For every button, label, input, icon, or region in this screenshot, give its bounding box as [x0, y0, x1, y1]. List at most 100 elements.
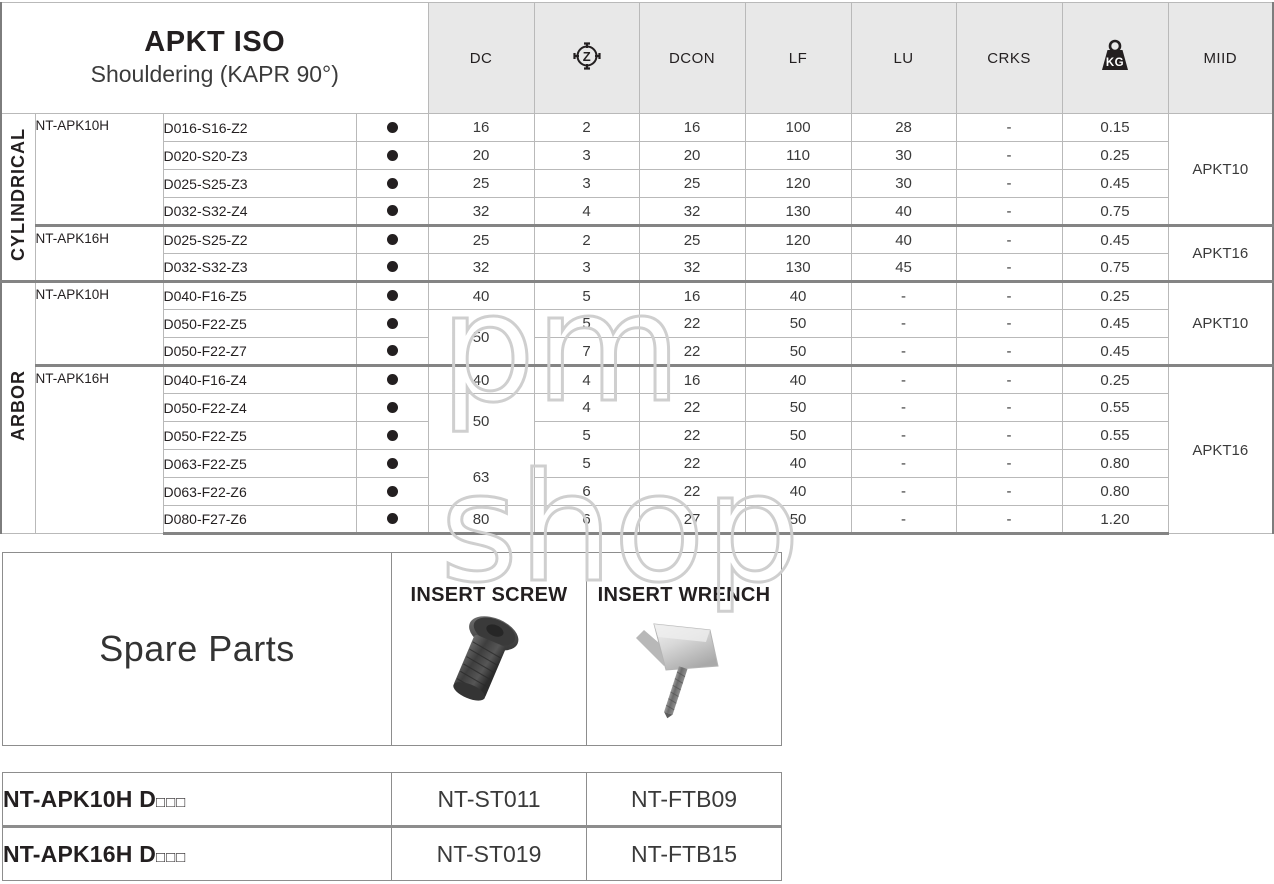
value-lf: 50: [744, 505, 852, 535]
value-dc: 50: [427, 309, 535, 366]
value-lf: 40: [744, 477, 852, 506]
availability-dot-cell: [355, 337, 429, 366]
table-row: D063-F22-Z5 63 5 22 40- -0.80: [1, 449, 1273, 506]
size-placeholder-boxes: □□□: [156, 848, 187, 866]
order-code-cell: D025-S25-Z3: [162, 169, 357, 198]
value-crks: -: [955, 337, 1063, 366]
value-dc: 25: [427, 224, 535, 254]
value-z: 3: [533, 253, 640, 282]
availability-dot-cell: [355, 505, 429, 535]
availability-dot-icon: [386, 345, 398, 357]
availability-dot-cell: [355, 393, 429, 422]
value-dc: 16: [427, 113, 535, 142]
table-title-cell: APKT ISO Shouldering (KAPR 90°): [0, 2, 429, 114]
value-dc: 50: [427, 393, 535, 450]
column-header-crks: CRKS: [955, 2, 1063, 114]
value-crks: -: [955, 253, 1063, 282]
table-row: D025-S25-Z3 25 3 25 120 30-0.45: [1, 169, 1273, 198]
size-placeholder-boxes: □□□: [156, 793, 187, 811]
value-crks: -: [955, 197, 1063, 226]
value-lf: 110: [744, 141, 852, 170]
table-row: D050-F22-Z5 50 5 22 50- -0.45: [1, 309, 1273, 366]
availability-dot-icon: [386, 485, 398, 497]
value-lu: 40: [850, 197, 957, 226]
table-row: NT-APK16H D040-F16-Z4 40 4 16 40- -0.25 APKT16: [1, 364, 1274, 534]
value-lu: -: [850, 309, 957, 338]
family-name-cell: NT-APK10H: [34, 280, 164, 366]
value-kg: 1.20: [1061, 505, 1169, 535]
value-dc: 32: [427, 253, 535, 282]
value-lf: 120: [744, 169, 852, 198]
family-name-cell: NT-APK16H: [34, 224, 164, 282]
order-code-cell: D063-F22-Z5: [162, 449, 357, 478]
value-crks: -: [955, 169, 1063, 198]
order-code-cell: D040-F16-Z5: [162, 280, 357, 310]
value-lu: 28: [850, 113, 957, 142]
value-lu: 30: [850, 169, 957, 198]
value-crks: -: [955, 280, 1063, 310]
availability-dot-icon: [386, 429, 398, 441]
value-crks: -: [955, 309, 1063, 338]
value-dc: 20: [427, 141, 535, 170]
value-dcon: 25: [638, 169, 746, 198]
value-kg: 0.25: [1061, 280, 1169, 310]
svg-text:Z: Z: [582, 49, 590, 64]
reference-screw-code: NT-ST019: [391, 825, 587, 881]
reference-holder-name: NT-APK16H D□□□: [2, 825, 392, 881]
value-lf: 40: [744, 280, 852, 310]
availability-dot-cell: [355, 224, 429, 254]
group-label-cylindrical: CYLINDRICAL: [0, 113, 36, 282]
value-z: 6: [533, 477, 640, 506]
value-lu: -: [850, 449, 957, 478]
reference-row: NT-APK10H D□□□ NT-ST011 NT-FTB09: [2, 772, 782, 827]
availability-dot-cell: [355, 477, 429, 506]
specification-table: APKT ISO Shouldering (KAPR 90°) DC Z DCO…: [0, 2, 1274, 535]
value-lf: 40: [744, 449, 852, 478]
availability-dot-icon: [386, 513, 398, 525]
value-z: 6: [533, 505, 640, 535]
availability-dot-cell: [355, 141, 429, 170]
reference-wrench-code: NT-FTB09: [586, 772, 782, 827]
insert-screw-cell: INSERT SCREW: [391, 552, 587, 746]
availability-dot-icon: [386, 317, 398, 329]
value-lf: 40: [744, 364, 852, 394]
value-z: 5: [533, 280, 640, 310]
spare-parts-table: Spare Parts INSERT SCREW INSERT WRENCH: [2, 552, 782, 746]
table-row: D050-F22-Z4 50 4 22 50- -0.55: [1, 393, 1273, 450]
z-target-icon: Z: [571, 40, 603, 76]
group-label-arbor: ARBOR: [0, 280, 36, 534]
value-dc: 40: [427, 280, 535, 310]
order-code-cell: D016-S16-Z2: [162, 113, 357, 142]
table-row: CYLINDRICAL NT-APK10H D016-S16-Z2 16 2 16 100 2…: [0, 113, 1274, 282]
availability-dot-cell: [355, 113, 429, 142]
value-kg: 0.45: [1061, 309, 1169, 338]
column-header-miid: MIID: [1167, 2, 1274, 114]
value-z: 3: [533, 141, 640, 170]
table-row: D020-S20-Z3 20 3 20 110 30-0.25: [1, 141, 1273, 170]
family-name: NT-APK10H: [35, 287, 110, 302]
value-z: 3: [533, 169, 640, 198]
family-name: NT-APK10H: [35, 118, 110, 133]
value-miid: APKT16: [1167, 224, 1274, 282]
availability-dot-cell: [355, 280, 429, 310]
value-lf: 100: [744, 113, 852, 142]
spare-parts-title: Spare Parts: [99, 628, 295, 669]
value-kg: 0.45: [1061, 224, 1169, 254]
order-code-cell: D032-S32-Z3: [162, 253, 357, 282]
value-lu: -: [850, 280, 957, 310]
value-kg: 0.80: [1061, 477, 1169, 506]
value-kg: 0.55: [1061, 421, 1169, 450]
order-code-cell: D032-S32-Z4: [162, 197, 357, 226]
table-header-row: APKT ISO Shouldering (KAPR 90°) DC Z DCO…: [0, 2, 1274, 114]
family-name: NT-APK16H: [35, 231, 110, 246]
value-dc: 63: [427, 449, 535, 506]
reference-holder-name: NT-APK10H D□□□: [2, 772, 392, 827]
value-dc: 40: [427, 364, 535, 394]
order-code-cell: D040-F16-Z4: [162, 364, 357, 394]
value-dcon: 27: [638, 505, 746, 535]
value-kg: 0.15: [1061, 113, 1169, 142]
availability-dot-cell: [355, 169, 429, 198]
value-lf: 50: [744, 393, 852, 422]
table-row: D063-F22-Z6 6 22 40- -0.80: [1, 477, 1273, 506]
availability-dot-cell: [355, 197, 429, 226]
